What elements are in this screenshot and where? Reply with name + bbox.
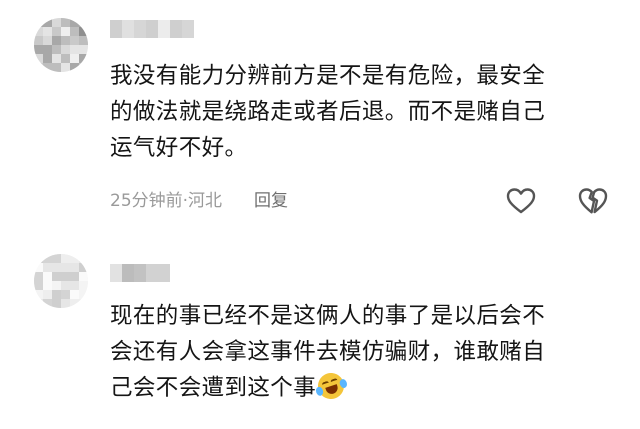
avatar[interactable] bbox=[34, 254, 88, 308]
avatar[interactable] bbox=[34, 18, 88, 72]
dislike-button[interactable] bbox=[577, 185, 609, 217]
comment-text-line: 运气好不好。 bbox=[110, 135, 248, 161]
comment-location: 河北 bbox=[188, 191, 223, 211]
laughing-crying-emoji-icon bbox=[314, 369, 349, 403]
comment-text: 现在的事已经不是这俩人的事了是以后会不 会还有人会拿这事件去模仿骗财，谁敢赌自 … bbox=[110, 298, 620, 406]
broken-heart-icon bbox=[578, 188, 608, 214]
comment-item: 现在的事已经不是这俩人的事了是以后会不 会还有人会拿这事件去模仿骗财，谁敢赌自 … bbox=[0, 240, 640, 429]
comment-text-line: 我没有能力分辨前方是不是有危险，最安全 bbox=[110, 63, 546, 89]
comment-text-segment: 己会不会遭到这个事 bbox=[110, 375, 317, 401]
comment-time: 25分钟前 bbox=[110, 191, 183, 211]
reply-button[interactable]: 回复 bbox=[254, 189, 288, 213]
comment-item: 我没有能力分辨前方是不是有危险，最安全 的做法就是绕路走或者后退。而不是赌自己 … bbox=[0, 0, 640, 240]
comment-meta: 25分钟前 · 河北 回复 bbox=[110, 189, 288, 213]
username-blurred[interactable] bbox=[110, 20, 194, 38]
blurred-avatar-image bbox=[34, 18, 88, 72]
comment-text: 我没有能力分辨前方是不是有危险，最安全 的做法就是绕路走或者后退。而不是赌自己 … bbox=[110, 58, 620, 166]
comment-text-line: 会还有人会拿这事件去模仿骗财，谁敢赌自 bbox=[110, 339, 546, 365]
comment-text-line: 的做法就是绕路走或者后退。而不是赌自己 bbox=[110, 99, 546, 125]
like-button[interactable] bbox=[505, 185, 537, 217]
comment-text-line: 己会不会遭到这个事 bbox=[110, 369, 620, 406]
heart-outline-icon bbox=[506, 188, 536, 214]
comment-text-line: 现在的事已经不是这俩人的事了是以后会不 bbox=[110, 303, 546, 329]
blurred-avatar-image bbox=[34, 254, 88, 308]
username-blurred[interactable] bbox=[110, 264, 170, 282]
